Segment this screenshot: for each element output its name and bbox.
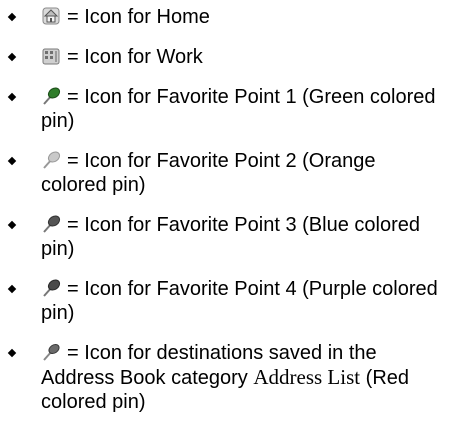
work-icon: [41, 46, 61, 66]
address-list-category: Address List: [253, 365, 361, 389]
bullet-icon: [7, 92, 17, 102]
list-item: = Icon for Favorite Point 2 (Orange colo…: [0, 149, 451, 197]
orange-pin-icon: [41, 150, 61, 170]
item-text: Icon for Work: [84, 46, 203, 68]
list-item: = Icon for Work: [0, 45, 451, 69]
red-pin-icon: [41, 342, 61, 362]
list-item: = Icon for Favorite Point 1 (Green color…: [0, 85, 451, 133]
bullet-icon: [7, 284, 17, 294]
equals-sign: =: [67, 150, 79, 172]
item-text: Icon for Favorite Point 1 (Green colored…: [41, 86, 436, 132]
equals-sign: =: [67, 6, 79, 28]
item-text: Icon for Home: [84, 6, 210, 28]
green-pin-icon: [41, 86, 61, 106]
list-item: = Icon for destinations saved in the Add…: [0, 341, 451, 414]
equals-sign: =: [67, 214, 79, 236]
bullet-icon: [7, 12, 17, 22]
equals-sign: =: [67, 278, 79, 300]
item-text: Icon for Favorite Point 3 (Blue colored …: [41, 214, 420, 260]
item-text: Icon for Favorite Point 2 (Orange colore…: [41, 150, 376, 196]
blue-pin-icon: [41, 214, 61, 234]
list-item: = Icon for Favorite Point 4 (Purple colo…: [0, 277, 451, 325]
list-item: = Icon for Home: [0, 5, 451, 29]
equals-sign: =: [67, 86, 79, 108]
equals-sign: =: [67, 46, 79, 68]
home-icon: [41, 6, 61, 26]
bullet-icon: [7, 220, 17, 230]
bullet-icon: [7, 52, 17, 62]
bullet-icon: [7, 156, 17, 166]
purple-pin-icon: [41, 278, 61, 298]
equals-sign: =: [67, 342, 79, 364]
list-item: = Icon for Favorite Point 3 (Blue colore…: [0, 213, 451, 261]
bullet-icon: [7, 348, 17, 358]
item-text: Icon for Favorite Point 4 (Purple colore…: [41, 278, 438, 324]
